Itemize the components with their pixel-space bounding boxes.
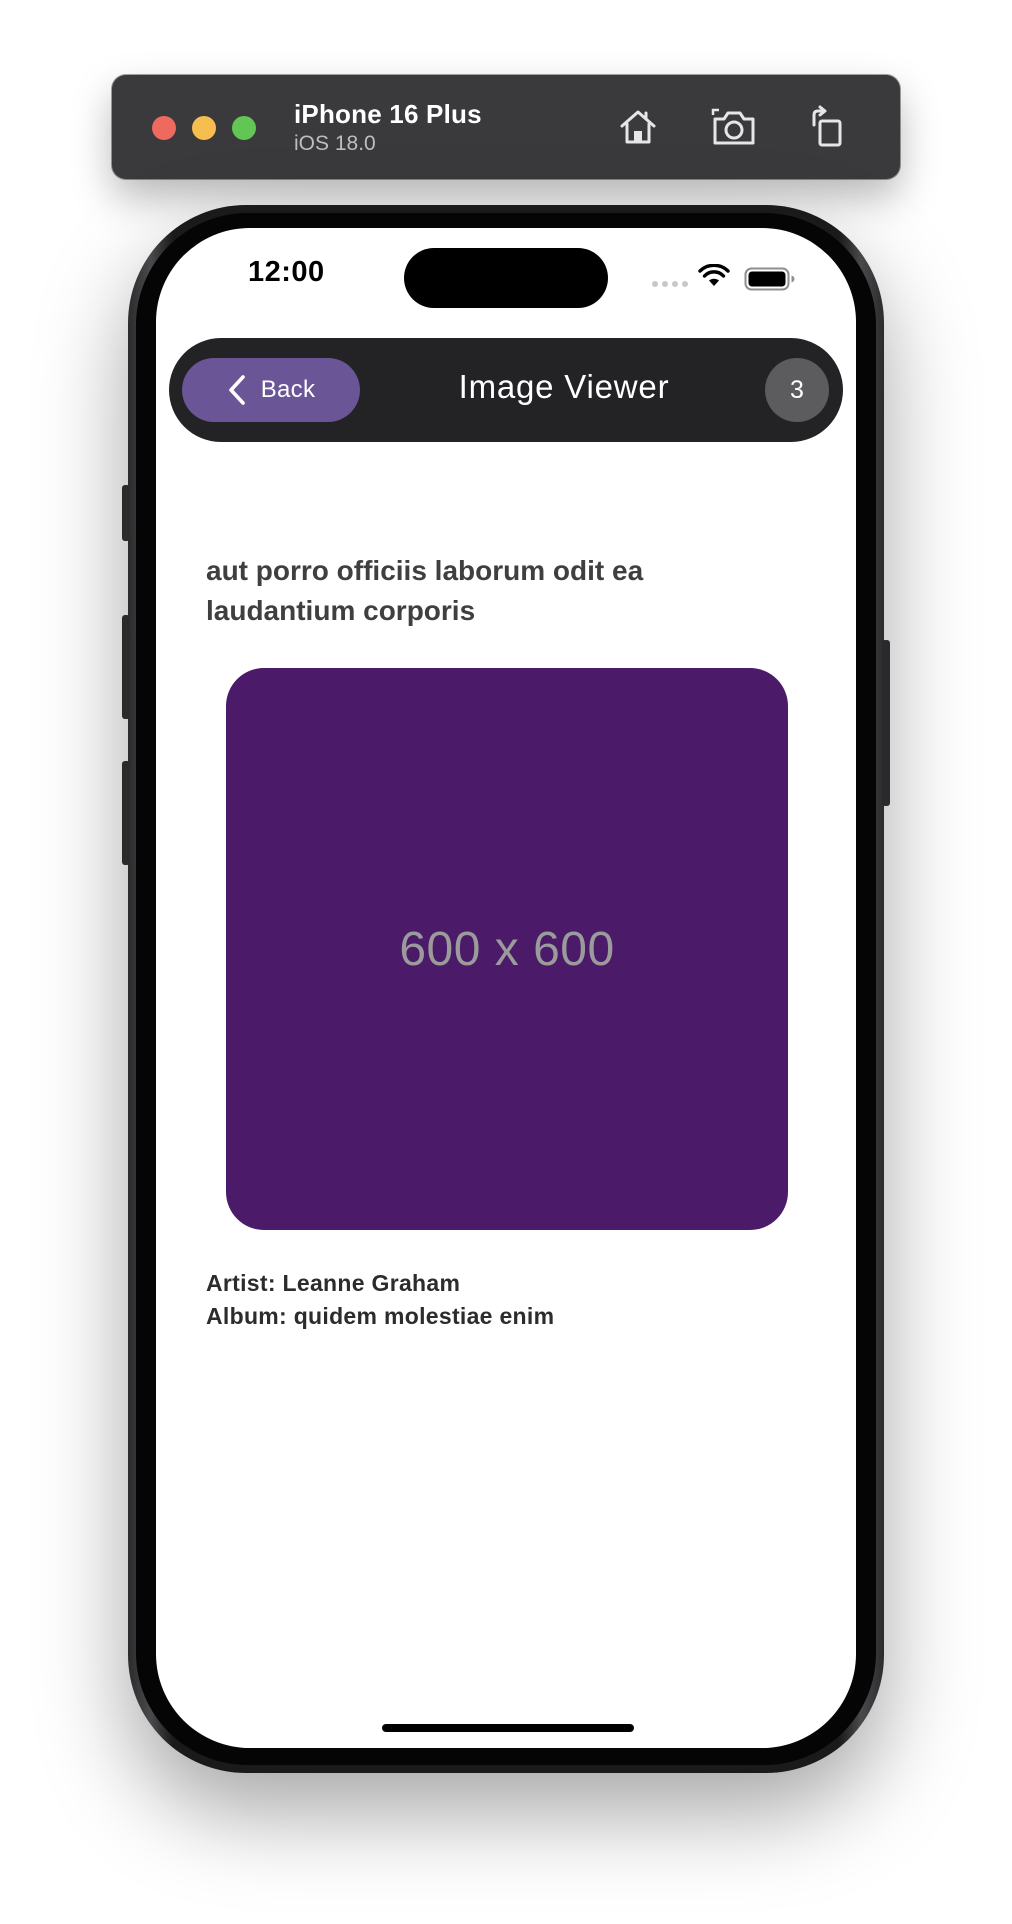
rotate-icon	[812, 105, 842, 147]
zoom-window-button[interactable]	[232, 116, 256, 140]
device-name: iPhone 16 Plus	[294, 99, 482, 129]
back-button[interactable]: Back	[182, 358, 360, 422]
dynamic-island	[404, 248, 608, 308]
screenshot-icon	[711, 108, 755, 145]
back-button-label: Back	[260, 376, 316, 403]
simulator-toolbar: iPhone 16 Plus iOS 18.0	[112, 75, 900, 179]
chevron-left-icon	[228, 375, 245, 405]
power-button	[882, 640, 890, 806]
home-indicator[interactable]	[382, 1724, 634, 1732]
count-badge: 3	[765, 358, 829, 422]
close-window-button[interactable]	[152, 116, 176, 140]
canvas: iPhone 16 Plus iOS 18.0 12:00 Back Image…	[0, 0, 1012, 1924]
battery-icon	[744, 267, 795, 291]
rotate-button[interactable]	[802, 101, 854, 153]
home-button[interactable]	[612, 101, 664, 153]
artist-label: Artist: Leanne Graham	[206, 1270, 461, 1296]
cellular-signal-icon	[652, 281, 688, 287]
screenshot-button[interactable]	[708, 101, 760, 153]
os-version: iOS 18.0	[294, 132, 376, 155]
volume-down-button	[122, 761, 130, 865]
wifi-icon	[698, 264, 730, 286]
home-icon	[620, 110, 656, 144]
page-title: Image Viewer	[458, 368, 670, 405]
image-placeholder-label: 600 x 600	[399, 922, 615, 976]
volume-up-button	[122, 615, 130, 719]
photo-title: aut porro officiis laborum odit ea lauda…	[206, 555, 644, 626]
minimize-window-button[interactable]	[192, 116, 216, 140]
status-time: 12:00	[248, 256, 325, 288]
image-placeholder: 600 x 600	[226, 668, 788, 1230]
phone-screen: 12:00 Back Image Viewer 3 aut porro offi…	[156, 228, 856, 1748]
action-button	[122, 485, 130, 541]
album-label: Album: quidem molestiae enim	[206, 1303, 555, 1329]
navigation-bar: Back Image Viewer 3	[169, 338, 843, 442]
